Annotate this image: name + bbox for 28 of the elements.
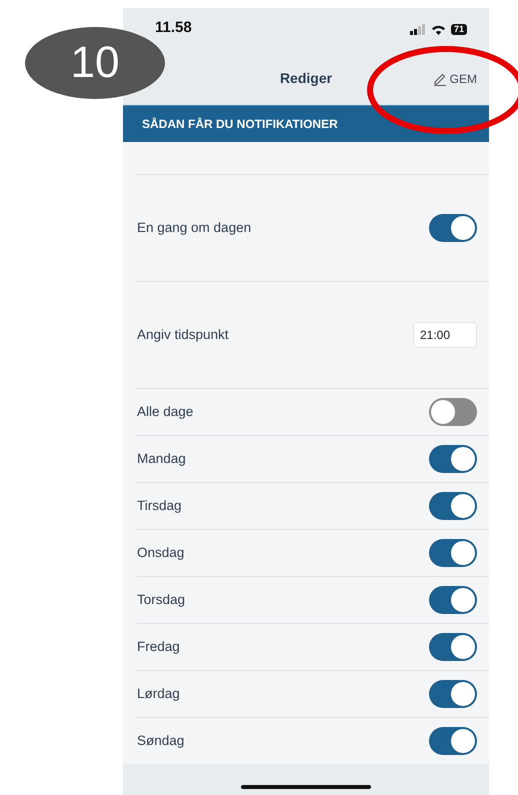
day-label: Torsdag (137, 592, 186, 608)
save-button[interactable]: GEM (430, 70, 479, 88)
toggle-switch[interactable] (429, 726, 477, 755)
setting-label: En gang om dagen (137, 220, 252, 236)
screen-title: Rediger (280, 70, 332, 86)
toggle-switch[interactable] (429, 586, 477, 614)
day-label: Tirsdag (137, 498, 182, 514)
toggle-switch[interactable] (429, 680, 477, 708)
toggle-switch[interactable] (429, 538, 477, 567)
day-label: Mandag (137, 451, 186, 466)
day-label: Onsdag (137, 545, 184, 560)
toggle-switch[interactable] (429, 632, 477, 661)
section-header: SÅDAN FÅR DU NOTIFIKATIONER (123, 104, 489, 142)
status-time: 11.58 (155, 18, 192, 36)
day-label: Søndag (137, 733, 184, 748)
pencil-icon (432, 72, 447, 86)
toggle-switch[interactable] (429, 444, 477, 473)
day-label: Fredag (137, 639, 180, 654)
setting-label: Angiv tidspunkt (137, 327, 229, 342)
toggle-switch[interactable] (429, 492, 477, 520)
battery-icon: 71 (450, 24, 467, 35)
toggle-switch[interactable] (429, 214, 477, 242)
day-label: Alle dage (137, 404, 194, 420)
wifi-icon (430, 24, 446, 35)
day-label: Lørdag (137, 686, 180, 702)
time-field[interactable]: 21:00 (413, 322, 477, 348)
signal-icon (410, 24, 426, 35)
toggle-switch[interactable] (429, 398, 477, 426)
